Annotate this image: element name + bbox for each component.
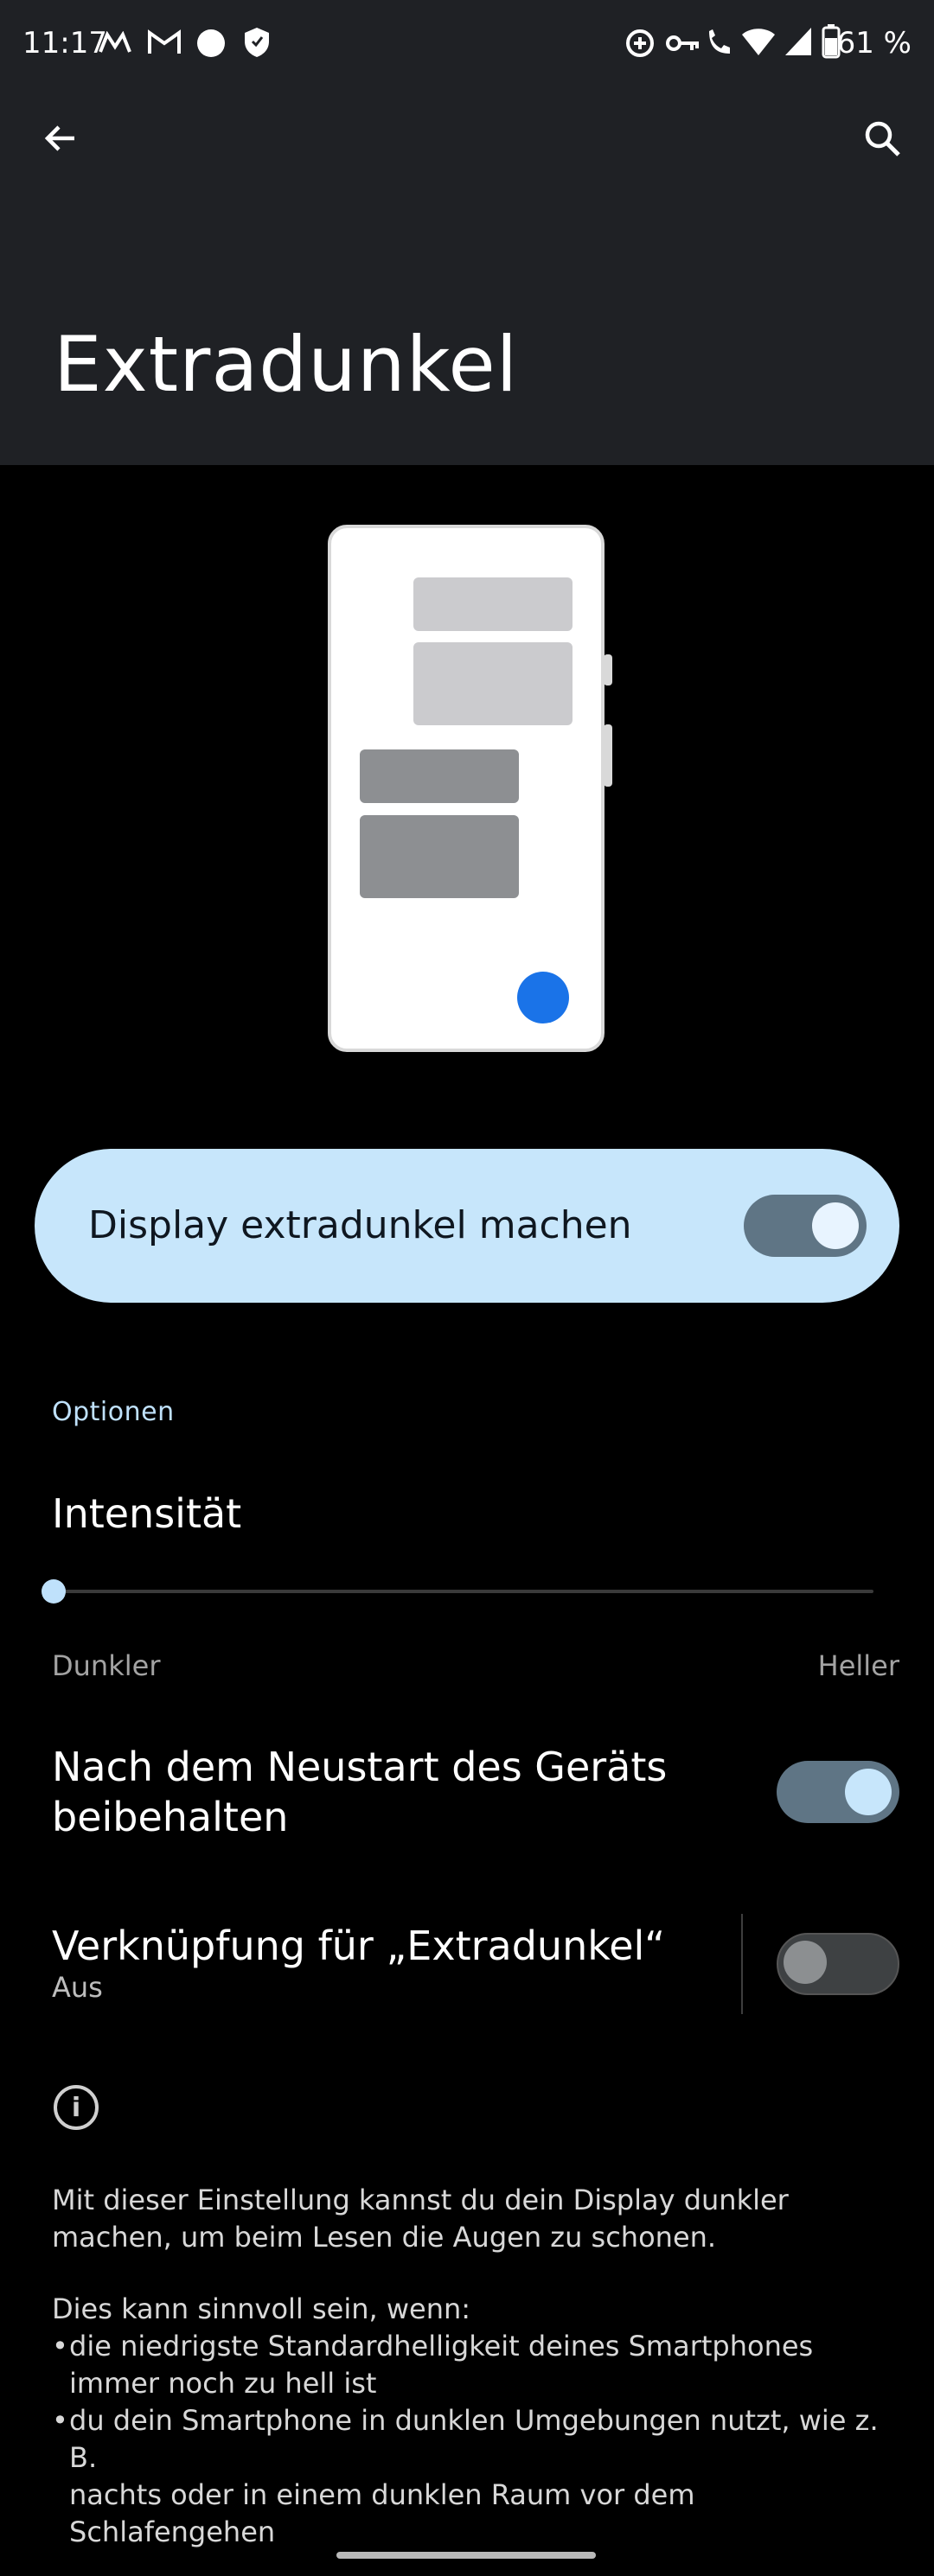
- cell-signal-icon: [785, 28, 811, 55]
- fab-illustration: [517, 972, 569, 1023]
- main-toggle-label: Display extradunkel machen: [88, 1203, 632, 1247]
- vpn-key-icon: [666, 35, 699, 51]
- keep-after-restart-line1: Nach dem Neustart des Geräts: [52, 1744, 668, 1790]
- page-title: Extradunkel: [54, 320, 519, 409]
- info-text-line: machen, um beim Lesen die Augen zu schon…: [52, 2221, 717, 2254]
- info-text-line: immer noch zu hell ist: [69, 2367, 377, 2400]
- m-app-icon: [99, 31, 131, 53]
- keep-after-restart-row[interactable]: Nach dem Neustart des Geräts beibehalten: [52, 1742, 709, 1842]
- shield-icon: [245, 28, 269, 57]
- info-text-line: Mit dieser Einstellung kannst du dein Di…: [52, 2184, 789, 2216]
- info-text-line: Dies kann sinnvoll sein, wenn:: [52, 2292, 471, 2325]
- back-button[interactable]: [22, 99, 99, 177]
- switch-knob: [784, 1941, 827, 1984]
- wifi-icon: [742, 29, 775, 55]
- search-icon: [865, 121, 900, 156]
- switch-knob: [845, 1769, 892, 1815]
- section-header-options: Optionen: [52, 1397, 175, 1427]
- circle-notification-icon: [197, 29, 225, 57]
- shortcut-switch[interactable]: [777, 1933, 899, 1995]
- intensity-slider-thumb[interactable]: [42, 1579, 66, 1604]
- illustration-block: [413, 642, 573, 725]
- arrow-left-icon: [44, 125, 74, 151]
- illustration-side-button: [604, 654, 612, 685]
- main-toggle-switch[interactable]: [744, 1195, 867, 1257]
- row-divider: [741, 1914, 743, 2014]
- wifi-calling-icon: [709, 29, 730, 54]
- illustration-block: [360, 815, 519, 898]
- info-bullet: • du dein Smartphone in dunklen Umgebung…: [52, 2402, 899, 2551]
- shortcut-status: Aus: [52, 1971, 103, 2004]
- shortcut-row[interactable]: Verknüpfung für „Extradunkel“ Aus: [52, 1921, 726, 2004]
- home-indicator[interactable]: [336, 2552, 596, 2559]
- main-toggle-card[interactable]: Display extradunkel machen: [35, 1149, 899, 1303]
- info-text-line: die niedrigste Standardhelligkeit deines…: [69, 2330, 814, 2362]
- slider-min-label: Dunkler: [52, 1649, 161, 1682]
- info-text-line: nachts oder in einem dunklen Raum vor de…: [69, 2478, 695, 2548]
- info-paragraph-2: Dies kann sinnvoll sein, wenn: • die nie…: [52, 2291, 899, 2551]
- gmail-icon: [148, 29, 181, 54]
- phone-illustration: [328, 525, 605, 1052]
- switch-knob: [812, 1202, 859, 1249]
- info-paragraph-1: Mit dieser Einstellung kannst du dein Di…: [52, 2182, 899, 2256]
- info-text-line: du dein Smartphone in dunklen Umgebungen…: [69, 2404, 879, 2474]
- status-bar: 11:17 61 %: [0, 0, 934, 86]
- illustration-block: [360, 749, 519, 803]
- shortcut-label: Verknüpfung für „Extradunkel“: [52, 1922, 666, 1969]
- data-saver-icon: [626, 29, 654, 57]
- keep-after-restart-switch[interactable]: [777, 1761, 899, 1823]
- info-bullet: • die niedrigste Standardhelligkeit dein…: [52, 2328, 899, 2402]
- keep-after-restart-line2: beibehalten: [52, 1794, 289, 1840]
- status-time: 11:17: [22, 26, 107, 61]
- info-icon: i: [54, 2085, 99, 2130]
- slider-max-label: Heller: [817, 1649, 899, 1682]
- illustration-side-button: [604, 724, 612, 787]
- illustration-block: [413, 577, 573, 631]
- search-button[interactable]: [843, 99, 921, 177]
- intensity-slider-track[interactable]: [52, 1590, 873, 1593]
- intensity-label: Intensität: [52, 1490, 242, 1537]
- battery-percentage: 61 %: [836, 26, 912, 61]
